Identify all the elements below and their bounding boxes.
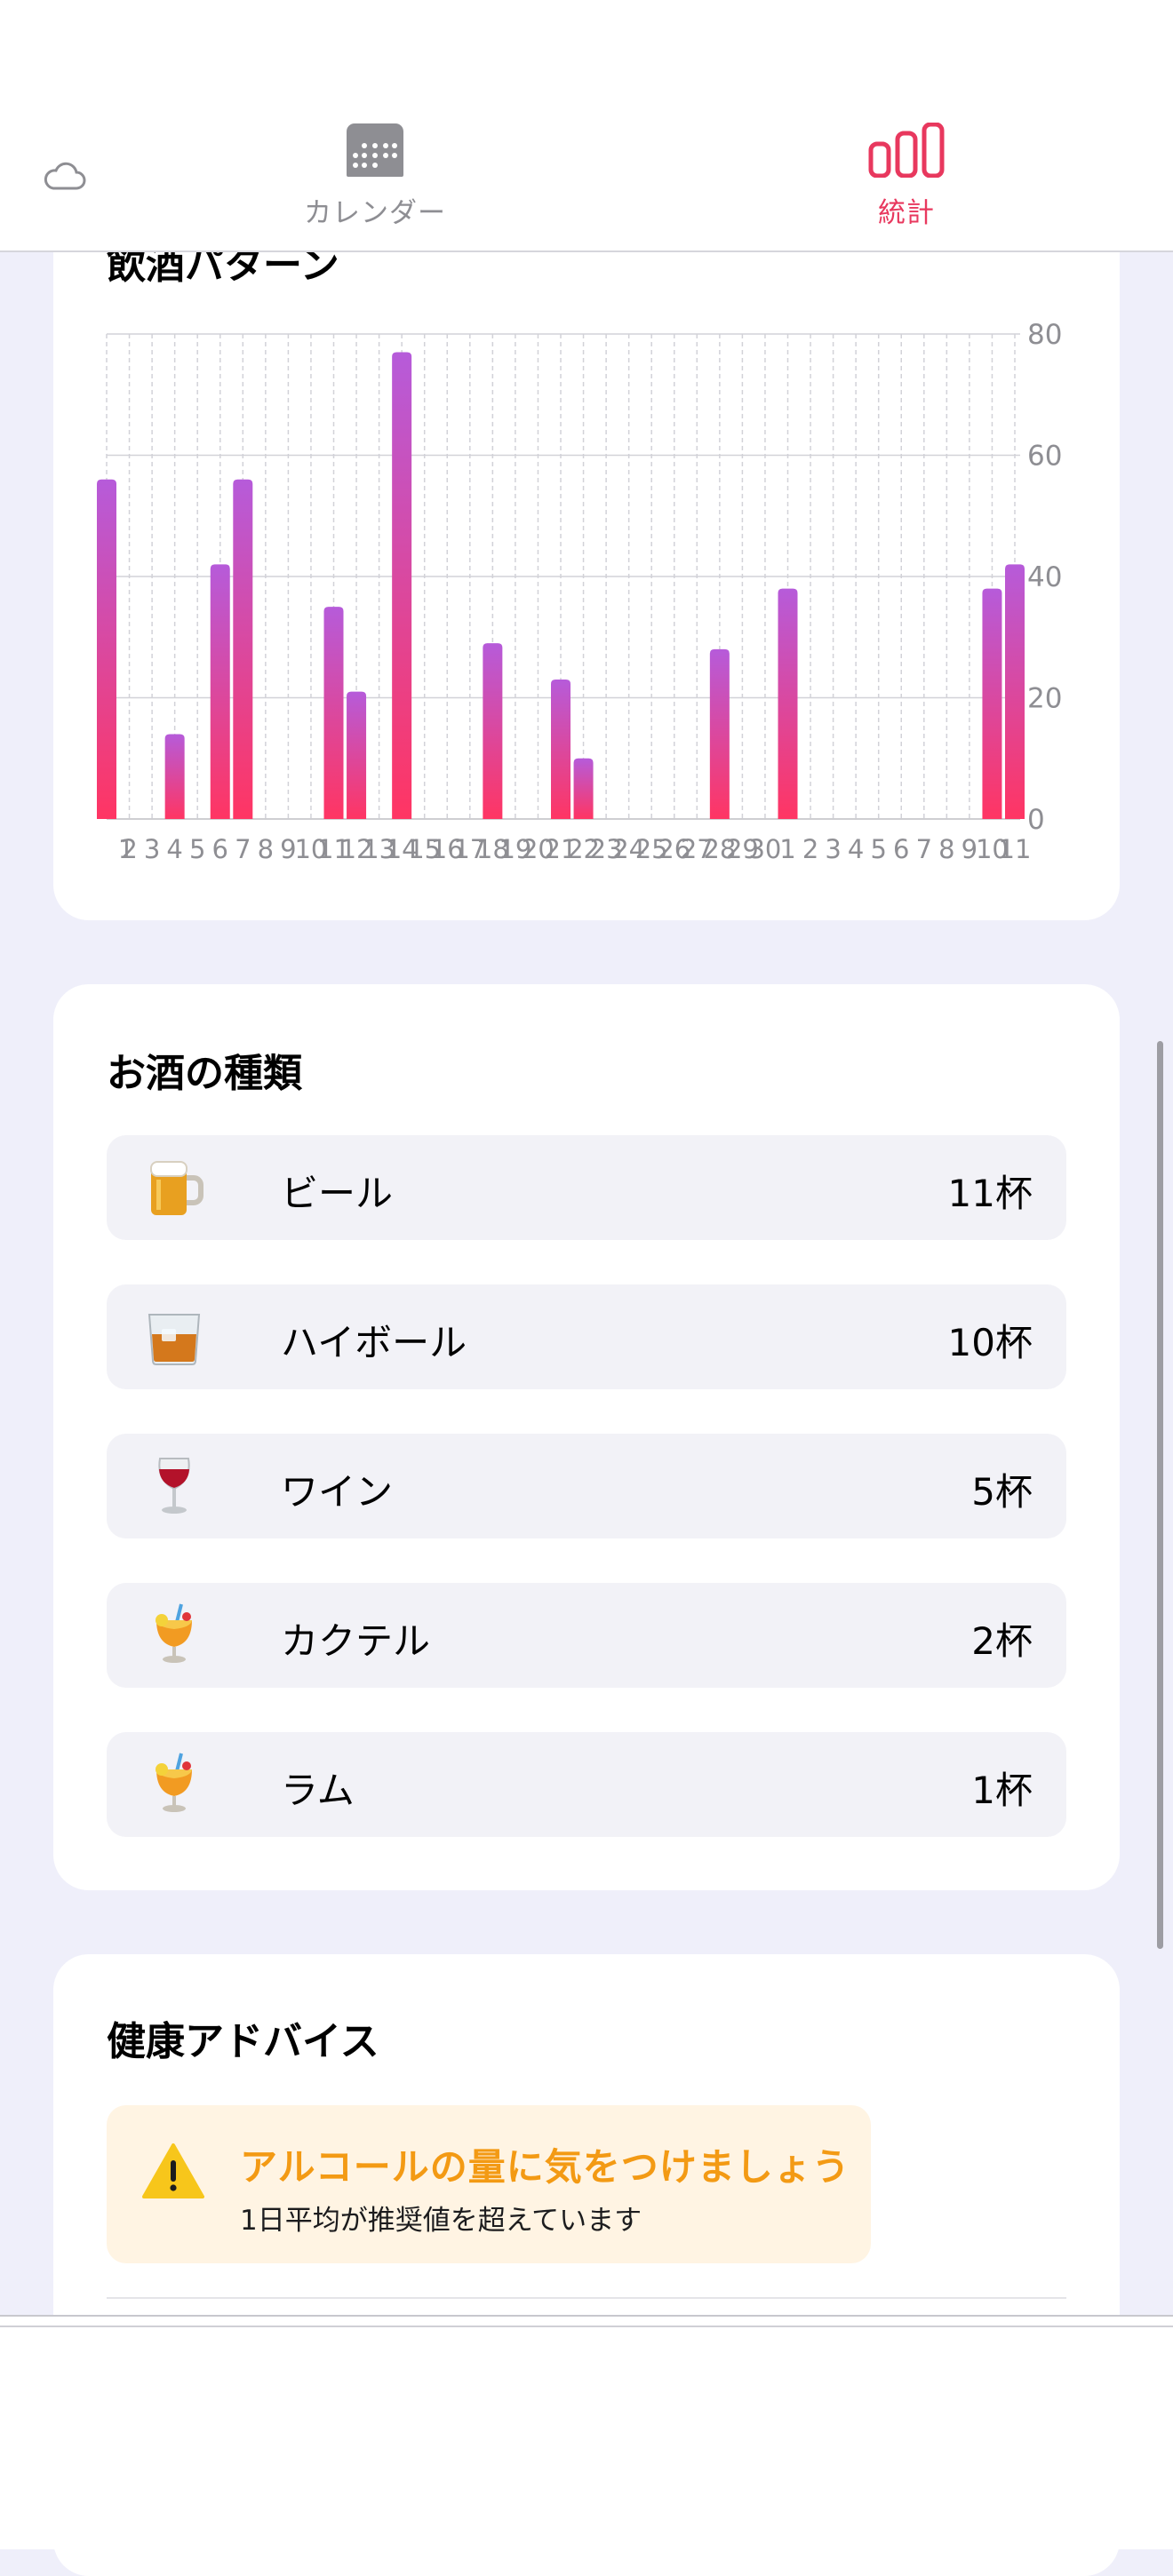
chart-bar	[210, 564, 230, 819]
x-tick-label: 30	[748, 834, 781, 864]
y-tick-label: 20	[1027, 683, 1062, 715]
calendar-icon	[347, 123, 403, 177]
y-tick-label: 0	[1027, 804, 1045, 836]
list-item[interactable]: ラム 1杯	[107, 1732, 1066, 1837]
drink-count: 5杯	[971, 1470, 1033, 1514]
divider	[0, 2326, 1173, 2327]
bar-chart-icon	[868, 123, 945, 178]
x-tick-label: 6	[212, 834, 228, 864]
chart-bar	[1005, 564, 1025, 819]
drinking-pattern-card: 飲酒パターン 0 20 40 60 80 1 2 3 4 5 6 7 8 9 10 11 12 13 14 15 16 1…	[53, 178, 1120, 920]
chart-bar	[551, 680, 571, 819]
x-tick-label: 11	[999, 834, 1032, 864]
chart-bar	[483, 643, 503, 819]
list-item[interactable]: ハイボール 10杯	[107, 1284, 1066, 1389]
x-tick-label: 3	[825, 834, 841, 864]
chart-bar	[392, 352, 412, 820]
drinking-pattern-chart: 02040608012 3 4 5 6 7 8 91011121314151617181920…	[97, 319, 1062, 864]
drink-count: 2杯	[971, 1619, 1033, 1663]
wine-glass-icon	[158, 1458, 190, 1514]
alert-subtitle: 1日平均が推奨値を超えています	[240, 2205, 642, 2237]
card-title: 健康アドバイス	[107, 2019, 379, 2064]
drink-count: 1杯	[971, 1769, 1033, 1812]
chart-bar	[164, 734, 185, 819]
chart-bar	[323, 607, 344, 819]
tab-statistics[interactable]: 統計	[818, 123, 995, 230]
x-tick-label: 7	[916, 834, 932, 864]
drink-name: ハイボール	[281, 1321, 467, 1364]
drink-count: 11杯	[947, 1172, 1033, 1215]
x-tick-label: 8	[938, 834, 954, 864]
y-tick-label: 80	[1027, 319, 1062, 351]
x-tick-label: 5	[189, 834, 205, 864]
drink-name: ワイン	[281, 1470, 394, 1514]
x-tick-label: 2	[802, 834, 818, 864]
x-tick-label: 6	[893, 834, 909, 864]
tumbler-glass-icon	[148, 1314, 201, 1365]
card-title: お酒の種類	[107, 1051, 302, 1096]
chart-bar	[982, 588, 1002, 819]
x-tick-label: 7	[235, 834, 251, 864]
list-item[interactable]: カクテル 2杯	[107, 1583, 1066, 1688]
x-tick-label: 5	[870, 834, 886, 864]
tropical-drink-icon	[156, 1753, 192, 1812]
chart-bar	[709, 648, 730, 819]
tab-calendar-label: カレンダー	[304, 197, 446, 229]
warning-icon	[142, 2143, 204, 2198]
cloud-icon[interactable]	[43, 160, 87, 194]
x-tick-label: 4	[166, 834, 182, 864]
chart-bar	[97, 479, 116, 819]
alert-title: アルコールの量に気をつけましょう	[240, 2145, 850, 2189]
top-tab-bar: カレンダー 統計	[0, 0, 1173, 252]
y-tick-label: 60	[1027, 441, 1062, 473]
x-tick-label: 2	[121, 834, 137, 864]
tab-calendar[interactable]: カレンダー	[286, 123, 464, 230]
list-item[interactable]: ビール 11杯	[107, 1135, 1066, 1240]
tab-statistics-label: 統計	[878, 197, 935, 229]
x-tick-label: 3	[144, 834, 160, 864]
scroll-indicator[interactable]	[1157, 1041, 1163, 1949]
chart-bar	[778, 588, 798, 819]
drink-types-card: お酒の種類 ビール 11杯 ハイボール 10杯 ワイン 5杯 カクテル 2杯 ラ…	[53, 984, 1120, 1890]
tropical-drink-icon	[156, 1603, 192, 1663]
drink-name: ラム	[281, 1769, 355, 1812]
drink-name: ビール	[281, 1172, 394, 1215]
drink-name: カクテル	[281, 1619, 431, 1663]
x-tick-label: 4	[848, 834, 864, 864]
divider	[107, 2297, 1066, 2299]
drink-count: 10杯	[947, 1321, 1033, 1364]
bottom-bar	[0, 2315, 1173, 2549]
chart-bar	[347, 691, 367, 819]
list-item[interactable]: ワイン 5杯	[107, 1434, 1066, 1538]
x-tick-label: 1	[779, 834, 795, 864]
chart-bar	[233, 479, 253, 819]
warning-alert: アルコールの量に気をつけましょう 1日平均が推奨値を超えています	[107, 2105, 871, 2263]
x-tick-label: 8	[258, 834, 274, 864]
beer-mug-icon	[150, 1161, 203, 1215]
chart-bar	[573, 758, 594, 819]
y-tick-label: 40	[1027, 561, 1062, 593]
